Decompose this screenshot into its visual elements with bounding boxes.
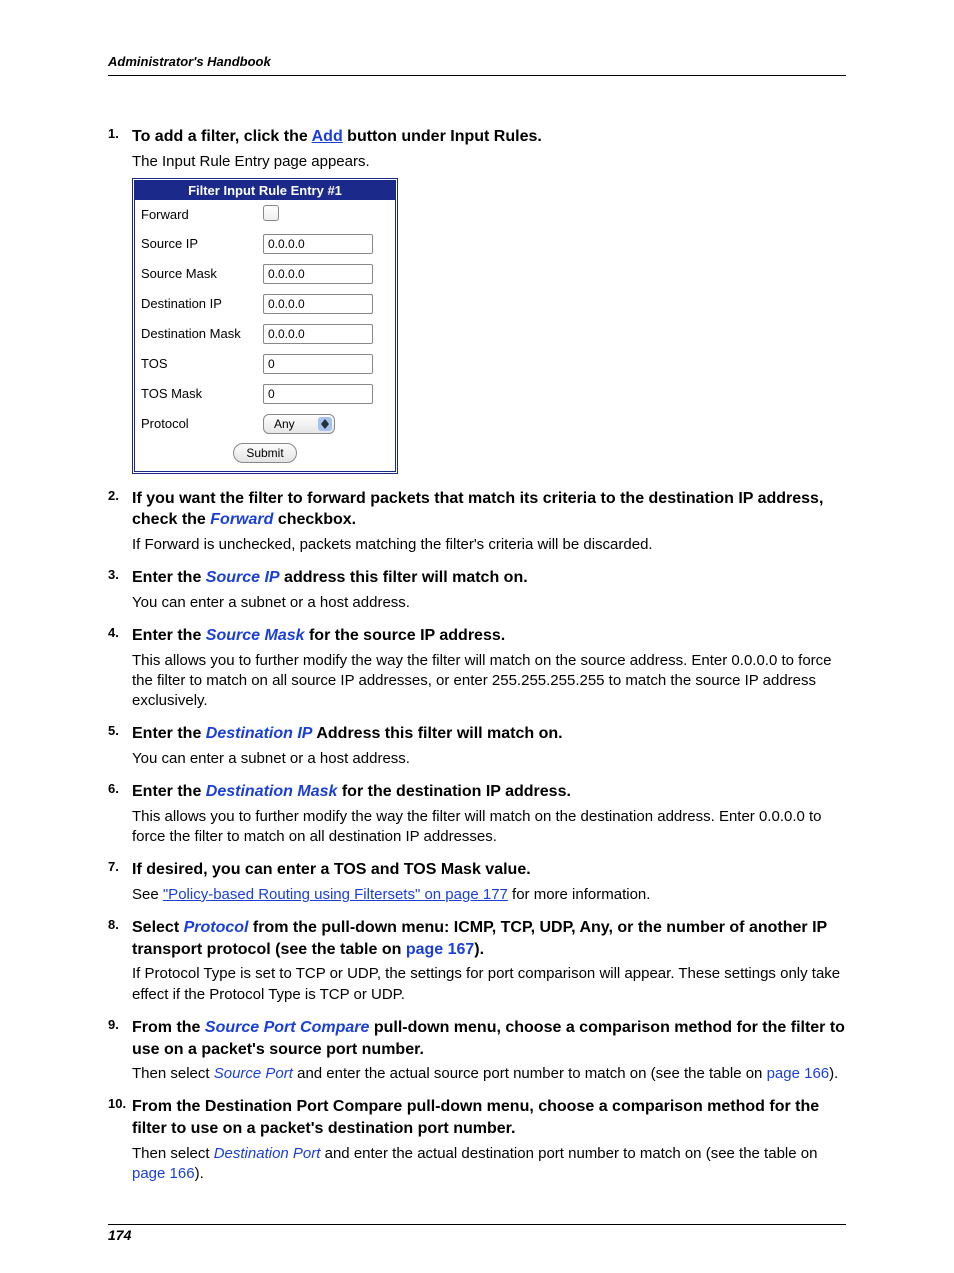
destination-mask-term: Destination Mask [206, 783, 338, 800]
policy-routing-link[interactable]: "Policy-based Routing using Filtersets" … [163, 886, 508, 903]
step-body: You can enter a subnet or a host address… [132, 749, 846, 769]
text: Enter the [132, 783, 206, 800]
forward-term: Forward [210, 511, 273, 528]
text: Enter the [132, 725, 206, 742]
header-rule [108, 75, 846, 76]
row-label-tos-mask: TOS Mask [135, 379, 257, 409]
step-body: You can enter a subnet or a host address… [132, 593, 846, 613]
protocol-term: Protocol [184, 919, 249, 936]
row-label-forward: Forward [135, 200, 257, 229]
step-title: If you want the filter to forward packet… [132, 488, 846, 531]
text: and enter the actual source port number … [293, 1065, 767, 1082]
submit-button[interactable]: Submit [233, 443, 296, 463]
page-167-link[interactable]: page 167 [406, 941, 474, 958]
step-9: From the Source Port Compare pull-down m… [108, 1017, 846, 1084]
text: From the [132, 1019, 205, 1036]
text: See [132, 886, 163, 903]
row-label-dest-ip: Destination IP [135, 289, 257, 319]
protocol-select[interactable]: Any [263, 414, 335, 434]
step-title: If desired, you can enter a TOS and TOS … [132, 859, 846, 881]
text: ). [474, 941, 484, 958]
step-title: Enter the Destination IP Address this fi… [132, 723, 846, 745]
text: and enter the actual destination port nu… [320, 1145, 817, 1162]
step-body: Then select Destination Port and enter t… [132, 1144, 846, 1185]
row-label-source-mask: Source Mask [135, 259, 257, 289]
source-port-term: Source Port [214, 1065, 293, 1082]
step-title: Select Protocol from the pull-down menu:… [132, 917, 846, 960]
step-title: Enter the Source IP address this filter … [132, 567, 846, 589]
tos-mask-input[interactable] [263, 384, 373, 404]
running-head: Administrator's Handbook [108, 54, 846, 69]
page-166-link[interactable]: page 166 [767, 1065, 830, 1082]
source-port-compare-term: Source Port Compare [205, 1019, 369, 1036]
source-mask-input[interactable] [263, 264, 373, 284]
row-label-source-ip: Source IP [135, 229, 257, 259]
text: Then select [132, 1065, 214, 1082]
text: Address this filter will match on. [312, 725, 562, 742]
step-body: This allows you to further modify the wa… [132, 651, 846, 712]
text: checkbox. [273, 511, 356, 528]
step-body: If Protocol Type is set to TCP or UDP, t… [132, 964, 846, 1005]
step-8: Select Protocol from the pull-down menu:… [108, 917, 846, 1005]
add-link[interactable]: Add [312, 128, 343, 145]
source-mask-term: Source Mask [206, 627, 305, 644]
text: ). [829, 1065, 838, 1082]
destination-port-term: Destination Port [214, 1145, 321, 1162]
step-title: To add a filter, click the Add button un… [132, 126, 846, 148]
filter-rule-panel: Filter Input Rule Entry #1 Forward Sourc… [132, 178, 398, 474]
step-title: From the Source Port Compare pull-down m… [132, 1017, 846, 1060]
page-number: 174 [108, 1227, 846, 1243]
step-body: This allows you to further modify the wa… [132, 807, 846, 848]
page-166-link[interactable]: page 166 [132, 1165, 195, 1182]
step-5: Enter the Destination IP Address this fi… [108, 723, 846, 769]
text: To add a filter, click the [132, 128, 312, 145]
steps-list: To add a filter, click the Add button un… [108, 126, 846, 1184]
step-10: From the Destination Port Compare pull-d… [108, 1096, 846, 1184]
text: Then select [132, 1145, 214, 1162]
step-body: Then select Source Port and enter the ac… [132, 1064, 846, 1084]
select-arrows-icon [318, 417, 332, 431]
panel-title: Filter Input Rule Entry #1 [135, 181, 395, 200]
step-body: See "Policy-based Routing using Filterse… [132, 885, 846, 905]
text: ). [195, 1165, 204, 1182]
step-title: Enter the Source Mask for the source IP … [132, 625, 846, 647]
text: for the source IP address. [305, 627, 506, 644]
text: Enter the [132, 569, 206, 586]
row-label-protocol: Protocol [135, 409, 257, 439]
text: button under Input Rules. [343, 128, 542, 145]
text: for the destination IP address. [337, 783, 571, 800]
step-body: The Input Rule Entry page appears. [132, 152, 846, 172]
step-title: Enter the Destination Mask for the desti… [132, 781, 846, 803]
row-label-tos: TOS [135, 349, 257, 379]
panel-table: Forward Source IP Source Mask Destinatio… [135, 200, 395, 471]
text: for more information. [508, 886, 651, 903]
step-2: If you want the filter to forward packet… [108, 488, 846, 555]
text: Select [132, 919, 184, 936]
dest-mask-input[interactable] [263, 324, 373, 344]
source-ip-input[interactable] [263, 234, 373, 254]
step-title: From the Destination Port Compare pull-d… [132, 1096, 846, 1139]
forward-checkbox[interactable] [263, 205, 279, 221]
step-3: Enter the Source IP address this filter … [108, 567, 846, 613]
row-label-dest-mask: Destination Mask [135, 319, 257, 349]
protocol-select-value: Any [274, 417, 295, 431]
step-1: To add a filter, click the Add button un… [108, 126, 846, 474]
step-6: Enter the Destination Mask for the desti… [108, 781, 846, 847]
source-ip-term: Source IP [206, 569, 280, 586]
tos-input[interactable] [263, 354, 373, 374]
footer-rule [108, 1224, 846, 1225]
step-body: If Forward is unchecked, packets matchin… [132, 535, 846, 555]
dest-ip-input[interactable] [263, 294, 373, 314]
destination-ip-term: Destination IP [206, 725, 313, 742]
text: Enter the [132, 627, 206, 644]
step-7: If desired, you can enter a TOS and TOS … [108, 859, 846, 905]
document-page: Administrator's Handbook To add a filter… [0, 0, 954, 1273]
text: address this filter will match on. [280, 569, 528, 586]
step-4: Enter the Source Mask for the source IP … [108, 625, 846, 711]
